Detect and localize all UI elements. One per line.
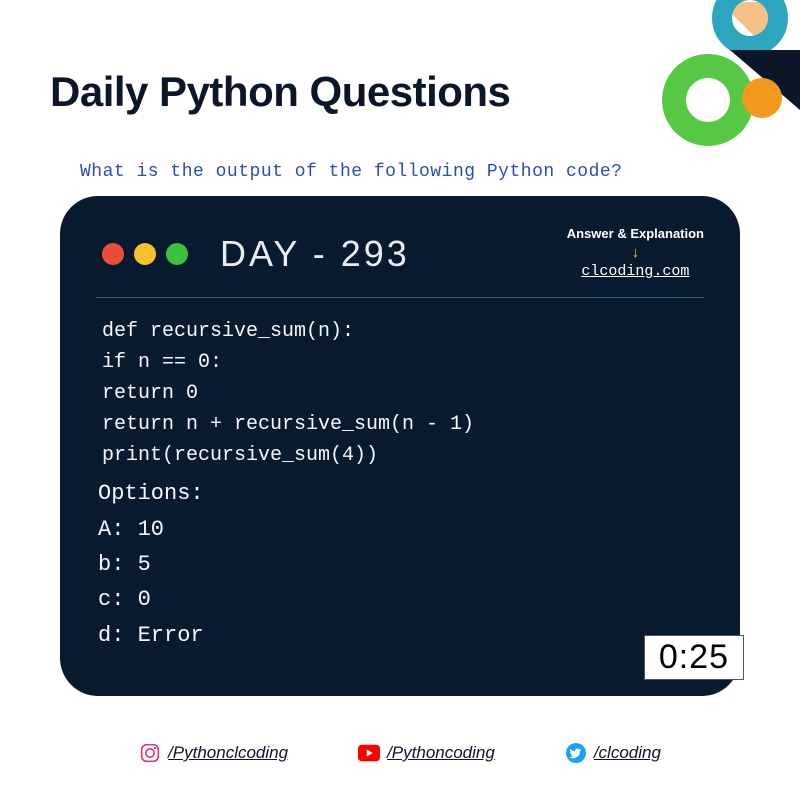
code-terminal: DAY - 293 Answer & Explanation ↓ clcodin… xyxy=(60,196,740,696)
close-dot-icon xyxy=(102,243,124,265)
youtube-link[interactable]: /Pythoncoding xyxy=(358,742,495,764)
question-prompt: What is the output of the following Pyth… xyxy=(80,162,622,182)
youtube-icon xyxy=(358,742,380,764)
option-a: A: 10 xyxy=(98,512,704,547)
youtube-handle: /Pythoncoding xyxy=(387,743,495,763)
code-block: def recursive_sum(n): if n == 0: return … xyxy=(102,316,704,471)
option-c: c: 0 xyxy=(98,582,704,617)
twitter-link[interactable]: /clcoding xyxy=(565,742,661,764)
timer-badge: 0:25 xyxy=(644,635,744,680)
options-list: A: 10 b: 5 c: 0 d: Error xyxy=(98,512,704,653)
code-line: return 0 xyxy=(102,382,198,405)
traffic-lights xyxy=(102,243,188,265)
instagram-link[interactable]: /Pythonclcoding xyxy=(139,742,288,764)
social-bar: /Pythonclcoding /Pythoncoding /clcoding xyxy=(0,742,800,764)
twitter-icon xyxy=(565,742,587,764)
answer-hint: Answer & Explanation ↓ clcoding.com xyxy=(567,224,704,283)
day-label: DAY - 293 xyxy=(220,233,410,275)
terminal-header: DAY - 293 Answer & Explanation ↓ clcodin… xyxy=(96,224,704,298)
code-line: if n == 0: xyxy=(102,351,222,374)
answer-link[interactable]: clcoding.com xyxy=(567,261,704,284)
option-b: b: 5 xyxy=(98,547,704,582)
option-d: d: Error xyxy=(98,618,704,653)
decorative-shapes xyxy=(610,0,800,150)
code-line: def recursive_sum(n): xyxy=(102,320,354,343)
arrow-down-icon: ↓ xyxy=(567,245,704,260)
instagram-icon xyxy=(139,742,161,764)
maximize-dot-icon xyxy=(166,243,188,265)
options-heading: Options: xyxy=(98,481,704,506)
code-line: return n + recursive_sum(n - 1) xyxy=(102,413,474,436)
minimize-dot-icon xyxy=(134,243,156,265)
instagram-handle: /Pythonclcoding xyxy=(168,743,288,763)
answer-hint-label: Answer & Explanation xyxy=(567,224,704,244)
code-line: print(recursive_sum(4)) xyxy=(102,444,378,467)
page-title: Daily Python Questions xyxy=(50,68,510,116)
twitter-handle: /clcoding xyxy=(594,743,661,763)
